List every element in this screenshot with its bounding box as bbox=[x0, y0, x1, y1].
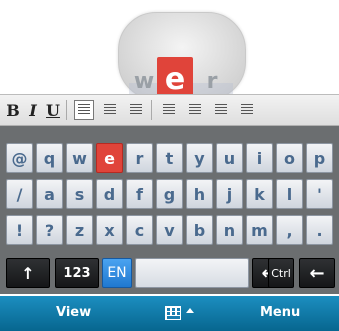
format-toolbar: B I U bbox=[0, 94, 339, 126]
key-f[interactable]: f bbox=[126, 179, 153, 209]
keyboard-icon[interactable] bbox=[165, 306, 181, 320]
key-c[interactable]: c bbox=[126, 215, 153, 245]
view-softkey[interactable]: View bbox=[56, 305, 91, 320]
key-j[interactable]: j bbox=[216, 179, 243, 209]
key-n[interactable]: n bbox=[216, 215, 243, 245]
key-v[interactable]: v bbox=[156, 215, 183, 245]
key-b[interactable]: b bbox=[186, 215, 213, 245]
backspace-key[interactable]: ← bbox=[299, 258, 335, 288]
menu-softkey[interactable]: Menu bbox=[260, 305, 300, 320]
key-magnifier-popup: w e r bbox=[118, 12, 246, 101]
language-key[interactable]: EN bbox=[102, 258, 132, 288]
key-symbol[interactable]: / bbox=[6, 179, 33, 209]
key-w[interactable]: w bbox=[66, 143, 93, 173]
align-center-icon[interactable] bbox=[101, 101, 119, 119]
numbered-list-icon[interactable] bbox=[160, 101, 178, 119]
softkey-bar: View Menu bbox=[0, 296, 339, 331]
key-x[interactable]: x bbox=[96, 215, 123, 245]
underline-button[interactable]: U bbox=[46, 98, 60, 122]
chevron-up-icon[interactable] bbox=[186, 308, 194, 313]
bullet-list-icon[interactable] bbox=[186, 101, 204, 119]
italic-button[interactable]: I bbox=[26, 98, 40, 122]
key-symbol[interactable]: . bbox=[306, 215, 333, 245]
key-symbol[interactable]: @ bbox=[6, 143, 33, 173]
align-right-icon[interactable] bbox=[127, 101, 145, 119]
key-d[interactable]: d bbox=[96, 179, 123, 209]
key-symbol[interactable]: ? bbox=[36, 215, 63, 245]
key-a[interactable]: a bbox=[36, 179, 63, 209]
key-m[interactable]: m bbox=[246, 215, 273, 245]
key-z[interactable]: z bbox=[66, 215, 93, 245]
key-u[interactable]: u bbox=[216, 143, 243, 173]
key-l[interactable]: l bbox=[276, 179, 303, 209]
align-left-icon[interactable] bbox=[74, 100, 94, 120]
key-g[interactable]: g bbox=[156, 179, 183, 209]
key-p[interactable]: p bbox=[306, 143, 333, 173]
key-s[interactable]: s bbox=[66, 179, 93, 209]
key-r[interactable]: r bbox=[126, 143, 153, 173]
key-y[interactable]: y bbox=[186, 143, 213, 173]
key-symbol[interactable]: , bbox=[276, 215, 303, 245]
key-symbol[interactable]: ! bbox=[6, 215, 33, 245]
key-k[interactable]: k bbox=[246, 179, 273, 209]
decrease-indent-icon[interactable] bbox=[212, 101, 230, 119]
key-t[interactable]: t bbox=[156, 143, 183, 173]
toolbar-divider bbox=[151, 100, 152, 120]
key-e[interactable]: e bbox=[96, 143, 123, 173]
increase-indent-icon[interactable] bbox=[238, 101, 256, 119]
key-o[interactable]: o bbox=[276, 143, 303, 173]
shift-key[interactable]: ↑ bbox=[6, 258, 50, 288]
bold-button[interactable]: B bbox=[6, 98, 20, 122]
key-i[interactable]: i bbox=[246, 143, 273, 173]
key-symbol[interactable]: ' bbox=[306, 179, 333, 209]
key-h[interactable]: h bbox=[186, 179, 213, 209]
numbers-key[interactable]: 123 bbox=[55, 258, 99, 288]
ctrl-key[interactable]: Ctrl bbox=[268, 258, 294, 288]
key-q[interactable]: q bbox=[36, 143, 63, 173]
toolbar-divider bbox=[66, 100, 67, 120]
soft-keyboard: ↑ 123 EN ↵ Ctrl ← @qwertyuiop/asdfghjkl'… bbox=[0, 126, 339, 294]
space-key[interactable] bbox=[135, 258, 249, 288]
